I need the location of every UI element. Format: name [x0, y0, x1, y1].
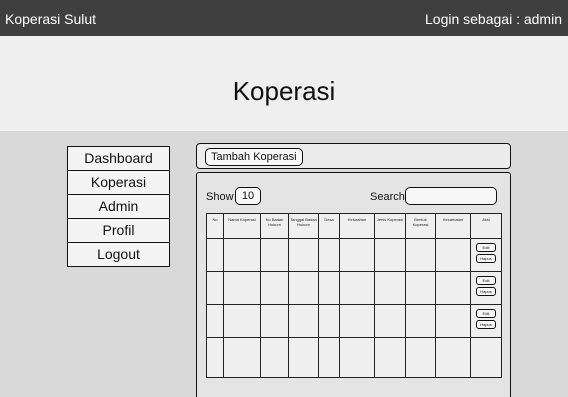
column-header-nama-koperasi: Nama Koperasi	[223, 213, 261, 239]
table-cell	[206, 271, 224, 305]
sidebar-item-admin[interactable]: Admin	[67, 194, 170, 219]
edit-button[interactable]: Edit	[476, 243, 496, 252]
add-koperasi-button[interactable]: Tambah Koperasi	[205, 148, 303, 166]
column-header-no-badan-hukum: No Badan Hukum	[260, 213, 289, 239]
table-cell	[435, 304, 471, 338]
panel-body: Show 10 Search: No Nama Koperasi No Bada…	[196, 172, 511, 397]
top-bar: Koperasi Sulut Login sebagai : admin	[0, 0, 568, 36]
column-header-jenis-koperasi: Jenis Koperasi	[374, 213, 406, 239]
edit-button[interactable]: Edit	[476, 276, 496, 285]
table-row	[206, 337, 502, 378]
table-cell	[405, 304, 436, 338]
table-cell	[260, 304, 289, 338]
table-cell	[318, 238, 340, 272]
table-cell	[206, 337, 224, 378]
table-cell	[288, 304, 319, 338]
column-header-bentuk-koperasi: Bentuk Koperasi	[405, 213, 436, 239]
table-cell	[288, 238, 319, 272]
table-header-row: No Nama Koperasi No Badan Hukum Tanggal …	[206, 213, 502, 239]
page-hero: Koperasi	[0, 36, 568, 131]
table-cell	[374, 238, 406, 272]
column-header-aksi: Aksi	[470, 213, 502, 239]
table-row: Edit Hapus	[206, 304, 502, 338]
table-cell	[206, 238, 224, 272]
column-header-kelurahan: Kelurahan	[339, 213, 375, 239]
table-cell	[318, 271, 340, 305]
table-cell	[318, 304, 340, 338]
table-cell	[318, 337, 340, 378]
table-cell	[223, 238, 261, 272]
sidebar-item-dashboard[interactable]: Dashboard	[67, 146, 170, 171]
table-cell	[405, 271, 436, 305]
main-content: Dashboard Koperasi Admin Profil Logout T…	[0, 131, 568, 397]
delete-button[interactable]: Hapus	[476, 254, 496, 263]
sidebar-item-profil[interactable]: Profil	[67, 218, 170, 243]
table-cell	[374, 271, 406, 305]
koperasi-table: No Nama Koperasi No Badan Hukum Tanggal …	[206, 213, 502, 378]
table-cell	[405, 337, 436, 378]
column-header-kecamatan: Kecamatan	[435, 213, 471, 239]
table-cell	[288, 337, 319, 378]
table-cell	[405, 238, 436, 272]
table-cell	[339, 271, 375, 305]
sidebar-item-koperasi[interactable]: Koperasi	[67, 170, 170, 195]
search-input[interactable]	[405, 187, 497, 205]
table-row: Edit Hapus	[206, 271, 502, 305]
table-cell	[223, 271, 261, 305]
table-cell	[374, 304, 406, 338]
table-cell	[339, 238, 375, 272]
show-label: Show	[206, 191, 234, 203]
login-status: Login sebagai : admin	[425, 11, 562, 27]
column-header-tanggal-badan-hukum: Tanggal Badan Hukum	[288, 213, 319, 239]
column-header-desa: Desa	[318, 213, 340, 239]
edit-button[interactable]: Edit	[476, 309, 496, 318]
sidebar-item-logout[interactable]: Logout	[67, 242, 170, 267]
table-cell	[260, 337, 289, 378]
table-cell	[374, 337, 406, 378]
table-cell-actions: Edit Hapus	[470, 271, 502, 305]
table-cell	[223, 304, 261, 338]
koperasi-panel: Tambah Koperasi Show 10 Search: No Nama …	[196, 143, 511, 397]
table-cell	[435, 271, 471, 305]
search-label: Search:	[370, 191, 408, 203]
table-cell	[470, 337, 502, 378]
table-cell	[339, 337, 375, 378]
table-cell	[435, 337, 471, 378]
delete-button[interactable]: Hapus	[476, 287, 496, 296]
table-row: Edit Hapus	[206, 238, 502, 272]
table-cell	[206, 304, 224, 338]
table-cell	[339, 304, 375, 338]
table-cell-actions: Edit Hapus	[470, 304, 502, 338]
column-header-no: No	[206, 213, 224, 239]
page-title: Koperasi	[232, 76, 336, 106]
panel-header: Tambah Koperasi	[196, 143, 511, 169]
table-cell	[223, 337, 261, 378]
table-cell	[260, 238, 289, 272]
sidebar-nav: Dashboard Koperasi Admin Profil Logout	[67, 146, 170, 267]
table-cell	[435, 238, 471, 272]
table-cell-actions: Edit Hapus	[470, 238, 502, 272]
delete-button[interactable]: Hapus	[476, 320, 496, 329]
table-cell	[260, 271, 289, 305]
table-cell	[288, 271, 319, 305]
page-size-select[interactable]: 10	[235, 187, 261, 205]
app-title: Koperasi Sulut	[5, 11, 97, 27]
